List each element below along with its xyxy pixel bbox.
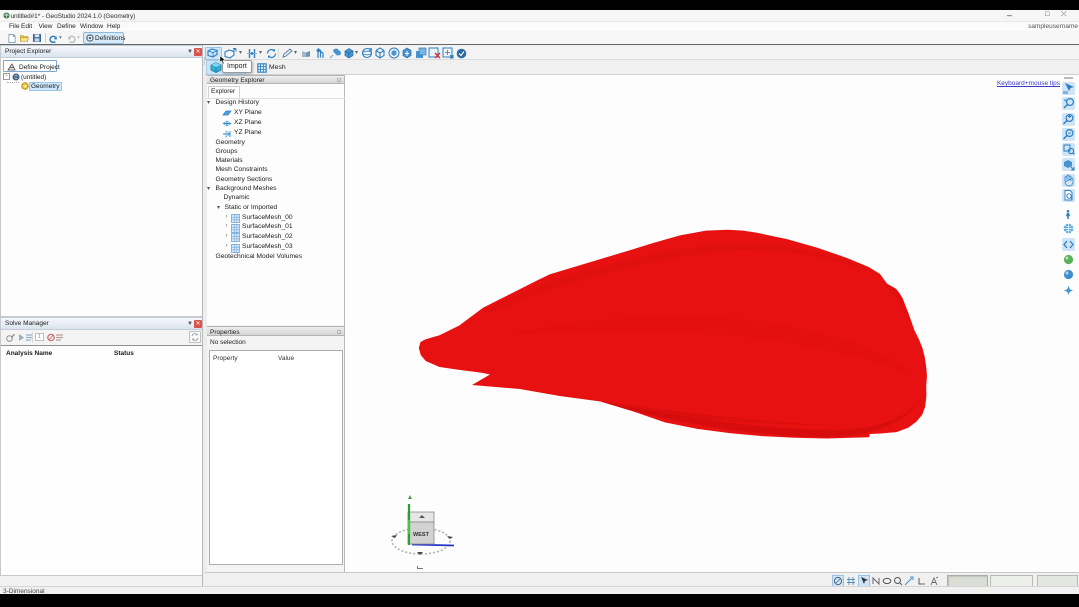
- svg-text:WEST: WEST: [413, 532, 430, 538]
